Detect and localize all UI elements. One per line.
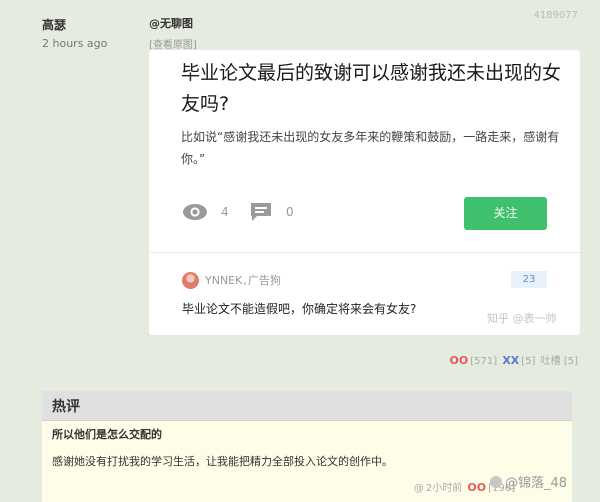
post-vote-row: OO [571] XX [5] 吐槽 [5] (450, 352, 580, 367)
follow-button[interactable]: 关注 (464, 197, 547, 230)
post-author[interactable]: 高瑟 (42, 16, 66, 33)
tucao-button[interactable]: 吐槽 [5] (541, 356, 578, 367)
watermark: 知乎 @表一帅 (487, 312, 557, 325)
comment-time: 2小时前 (425, 483, 463, 494)
hot-comments-header: 热评 (42, 391, 572, 421)
weibo-watermark: @锦落_48 (490, 472, 567, 491)
question-description: 比如说“感谢我还未出现的女友多年来的鞭策和鼓励，一路走来，感谢有你。” (181, 130, 560, 166)
comment-text: 感谢她没有打扰我的学习生活，让我能把精力全部投入论文的创作中。 (52, 455, 393, 468)
answer-author-name[interactable]: YNNEK (205, 274, 242, 287)
hot-comments-title: 热评 (52, 399, 80, 415)
xx-count: [5] (521, 356, 536, 367)
question-card: 毕业论文最后的致谢可以感谢我还未出现的女友吗? 比如说“感谢我还未出现的女友多年… (149, 50, 580, 335)
post-tag[interactable]: @无聊图 (149, 15, 193, 31)
comment-icon[interactable] (249, 201, 273, 223)
weibo-handle: @锦落_48 (505, 476, 568, 491)
answer-author[interactable]: YNNEK,广告狗 (205, 272, 281, 288)
answer-author-tag: 广告狗 (247, 274, 281, 287)
comment-count: 0 (286, 205, 294, 219)
view-original-link[interactable]: [查看原图] (149, 36, 197, 51)
eye-icon (183, 204, 207, 220)
post-id: 4189077 (533, 10, 578, 21)
xx-button[interactable]: XX (502, 354, 519, 367)
comment-time-marker: @ (413, 483, 424, 494)
question-title: 毕业论文最后的致谢可以感谢我还未出现的女友吗? (181, 62, 562, 115)
view-count: 4 (221, 205, 229, 219)
post-time: 2 hours ago (42, 37, 108, 50)
oo-count: [571] (470, 356, 498, 367)
comment-author[interactable]: 所以他们是怎么交配的 (52, 426, 162, 442)
divider (149, 252, 580, 253)
comment-oo-button[interactable]: OO (467, 481, 486, 494)
oo-button[interactable]: OO (450, 354, 469, 367)
weibo-icon (490, 476, 502, 488)
answer-vote-badge[interactable]: 23 (511, 271, 547, 288)
answer-text: 毕业论文不能造假吧，你确定将来会有女友? (182, 302, 417, 316)
avatar[interactable] (182, 272, 199, 289)
